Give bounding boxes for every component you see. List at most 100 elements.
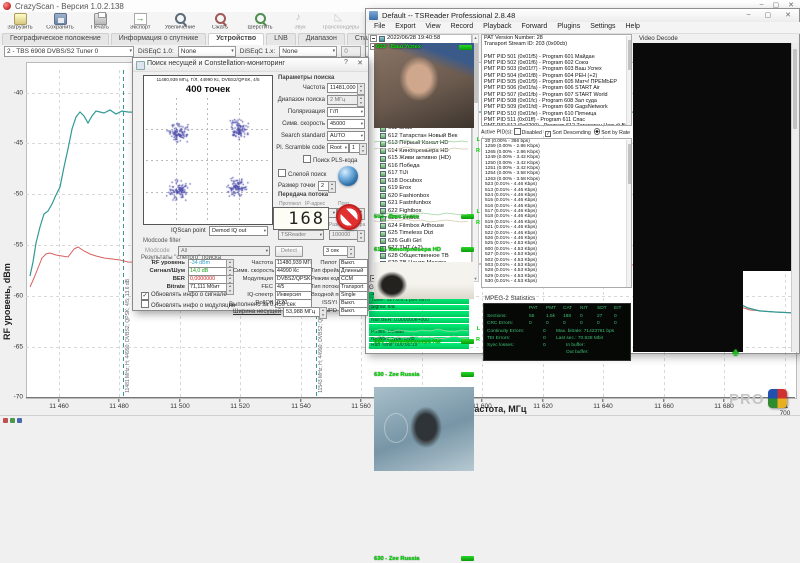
toolbar-button[interactable]: Сжать bbox=[200, 12, 240, 33]
buffer-size-stepper[interactable] bbox=[357, 230, 365, 242]
video-thumbnail-2[interactable] bbox=[374, 262, 474, 299]
consumer-select[interactable]: TSReader bbox=[278, 230, 324, 240]
menu-item[interactable]: Help bbox=[621, 22, 645, 33]
pid-row[interactable]: 530 (0.01% - 4.53 Kbps) bbox=[482, 279, 631, 284]
maximize-button[interactable]: ▢ bbox=[765, 11, 772, 19]
pid-sort-option[interactable]: Sort Descending bbox=[545, 130, 591, 136]
carrier-width-stepper[interactable] bbox=[319, 307, 327, 319]
globe-icon[interactable] bbox=[338, 166, 358, 186]
tree-item[interactable]: 616 Победа bbox=[369, 163, 471, 171]
pid-scrollbar[interactable] bbox=[626, 140, 632, 288]
menu-item[interactable]: View bbox=[421, 22, 446, 33]
pid-sort-option[interactable]: Disabled bbox=[514, 130, 542, 136]
tree-item[interactable]: 620 Fashionbox bbox=[369, 193, 471, 201]
option-box[interactable] bbox=[545, 131, 552, 138]
detect-button[interactable]: Detect bbox=[275, 246, 303, 257]
carrier-width-field[interactable]: 53,988 МГц bbox=[283, 307, 321, 317]
menu-item[interactable]: File bbox=[369, 22, 390, 33]
menu-item[interactable]: Record bbox=[446, 22, 479, 33]
diseqc10-select[interactable]: None bbox=[178, 46, 236, 57]
detect-interval-stepper[interactable] bbox=[347, 246, 355, 258]
buffer-size-field[interactable]: 100000 bbox=[329, 230, 359, 240]
service-icon bbox=[380, 201, 386, 207]
scramble-code-stepper[interactable] bbox=[359, 143, 367, 155]
tree-item[interactable]: 615 Живи активно (HD) bbox=[369, 155, 471, 163]
tree-item[interactable]: 617 TiJi bbox=[369, 170, 471, 178]
close-button[interactable]: ✕ bbox=[354, 59, 366, 67]
tree-item[interactable]: 625 Timeless Dizi bbox=[369, 230, 471, 238]
update-modulation-info-checkbox[interactable]: Обновлять инфо о модуляции bbox=[141, 300, 235, 309]
tree-item-label: 617 TiJi bbox=[388, 170, 408, 178]
pat-info-row[interactable]: PMT PID 512 (0x0200) - Program 612 Татар… bbox=[482, 123, 631, 126]
search-range-stepper[interactable] bbox=[357, 95, 365, 107]
constellation-dots bbox=[145, 98, 271, 222]
video-thumbnail-3[interactable] bbox=[374, 387, 474, 471]
menu-item[interactable]: Playback bbox=[478, 22, 516, 33]
toolbar-button[interactable]: Звук bbox=[280, 12, 320, 33]
stat-value: 1.5k bbox=[546, 314, 563, 319]
carrier-width-link[interactable]: Ширина несущей bbox=[233, 309, 281, 315]
option-box[interactable] bbox=[514, 128, 521, 135]
audio-right-label: R bbox=[476, 337, 480, 343]
tab-geographic-position[interactable]: Географическое положение bbox=[2, 33, 109, 45]
symbol-rate-combo[interactable]: 45000 bbox=[327, 119, 365, 129]
minimize-button[interactable]: – bbox=[747, 11, 751, 19]
lcd-counter: 168 bbox=[273, 207, 329, 230]
video-thumbnail-1[interactable]: 603 - Ваш Успех bbox=[374, 43, 474, 128]
tree-item[interactable]: 621 Fastnfunbox bbox=[369, 200, 471, 208]
scramble-mode-select[interactable]: Root bbox=[327, 143, 349, 153]
constellation-count: 400 точек bbox=[144, 84, 272, 95]
tab-device[interactable]: Устройство bbox=[208, 33, 264, 45]
toolbar-button[interactable]: Транспондеры bbox=[320, 12, 360, 33]
audio-right-label: R bbox=[476, 148, 480, 154]
tab-satellite-info[interactable]: Информация о спутнике bbox=[111, 33, 206, 45]
diseqc1x-select[interactable]: None bbox=[279, 46, 337, 57]
position-stepper[interactable]: 0 bbox=[341, 46, 361, 57]
toolbar-button[interactable]: Шерстить bbox=[240, 12, 280, 33]
video-pane-scrollbar[interactable] bbox=[791, 43, 799, 352]
menu-item[interactable]: Forward bbox=[517, 22, 553, 33]
search-range-field[interactable]: 2 МГц bbox=[327, 95, 359, 105]
toolbar-button[interactable]: Печать bbox=[80, 12, 120, 33]
toolbar-button[interactable]: Экспорт bbox=[120, 12, 160, 33]
toolbar-button[interactable]: Увеличение bbox=[160, 12, 200, 33]
tree-item[interactable]: 619 Erox bbox=[369, 185, 471, 193]
menu-item[interactable]: Export bbox=[390, 22, 420, 33]
mpeg-statistics-panel: PATPMTCATNITSDTEIT Sections:551.5k188027… bbox=[483, 303, 631, 361]
toolbar-button[interactable]: Загрузить bbox=[0, 12, 40, 33]
pat-scrollbar[interactable] bbox=[626, 36, 632, 126]
update-signal-info-checkbox[interactable]: Обновлять инфо о сигнале bbox=[141, 292, 227, 300]
y-tick: -40 bbox=[0, 90, 23, 97]
stat-column-header: NIT bbox=[580, 306, 597, 311]
stop-button[interactable] bbox=[336, 204, 362, 230]
tab-range[interactable]: Диапазон bbox=[298, 33, 345, 45]
dialog-titlebar[interactable]: Поиск несущей и Constellation-мониторинг… bbox=[133, 58, 368, 72]
toolbar-button[interactable]: Сохранить bbox=[40, 12, 80, 33]
menu-item[interactable]: Plugins bbox=[552, 22, 585, 33]
option-box[interactable] bbox=[594, 128, 601, 135]
frequency-stepper[interactable] bbox=[357, 83, 365, 95]
close-button[interactable]: ✕ bbox=[785, 11, 791, 19]
audio-left-label: L bbox=[477, 326, 480, 332]
tree-item[interactable]: 2022/06/28 19:40:58 bbox=[369, 35, 471, 43]
x-tick: 11 460 bbox=[49, 399, 68, 410]
menu-item[interactable]: Settings bbox=[585, 22, 620, 33]
polarization-select[interactable]: Г/Л bbox=[327, 107, 365, 117]
blind-search-checkbox[interactable]: Слепой поиск bbox=[278, 169, 326, 178]
transponder-marker[interactable]: 11481 MHz; H; 44990; DVBS2; QPSK; 4/5; 1… bbox=[123, 70, 124, 397]
pls-search-checkbox[interactable]: Поиск PLS-кода bbox=[303, 155, 357, 164]
tab-lnb[interactable]: LNB bbox=[266, 33, 296, 45]
detect-interval-field[interactable]: 3 сек bbox=[323, 246, 349, 256]
tree-item[interactable]: 618 Docubox bbox=[369, 178, 471, 186]
help-button[interactable]: ? bbox=[340, 59, 352, 66]
expand-icon[interactable] bbox=[370, 35, 377, 42]
frequency-field[interactable]: 11481,000 МГц bbox=[327, 83, 359, 93]
tuner-select[interactable]: 2 - TBS 6908 DVBS/S2 Tuner 0 bbox=[4, 46, 134, 57]
search-standard-select[interactable]: AUTO bbox=[327, 131, 365, 141]
iqscan-point-select[interactable]: Demod IQ out bbox=[209, 226, 268, 236]
pid-sort-option[interactable]: Sort by Rate bbox=[594, 130, 630, 136]
tree-item[interactable]: 626 Gulli Girl bbox=[369, 238, 471, 246]
tsreader-titlebar[interactable]: Default -- TSReader Professional 2.8.48 … bbox=[366, 9, 799, 22]
dot-size-stepper[interactable] bbox=[328, 181, 336, 193]
x-axis-title: Частота, МГц bbox=[468, 404, 526, 414]
